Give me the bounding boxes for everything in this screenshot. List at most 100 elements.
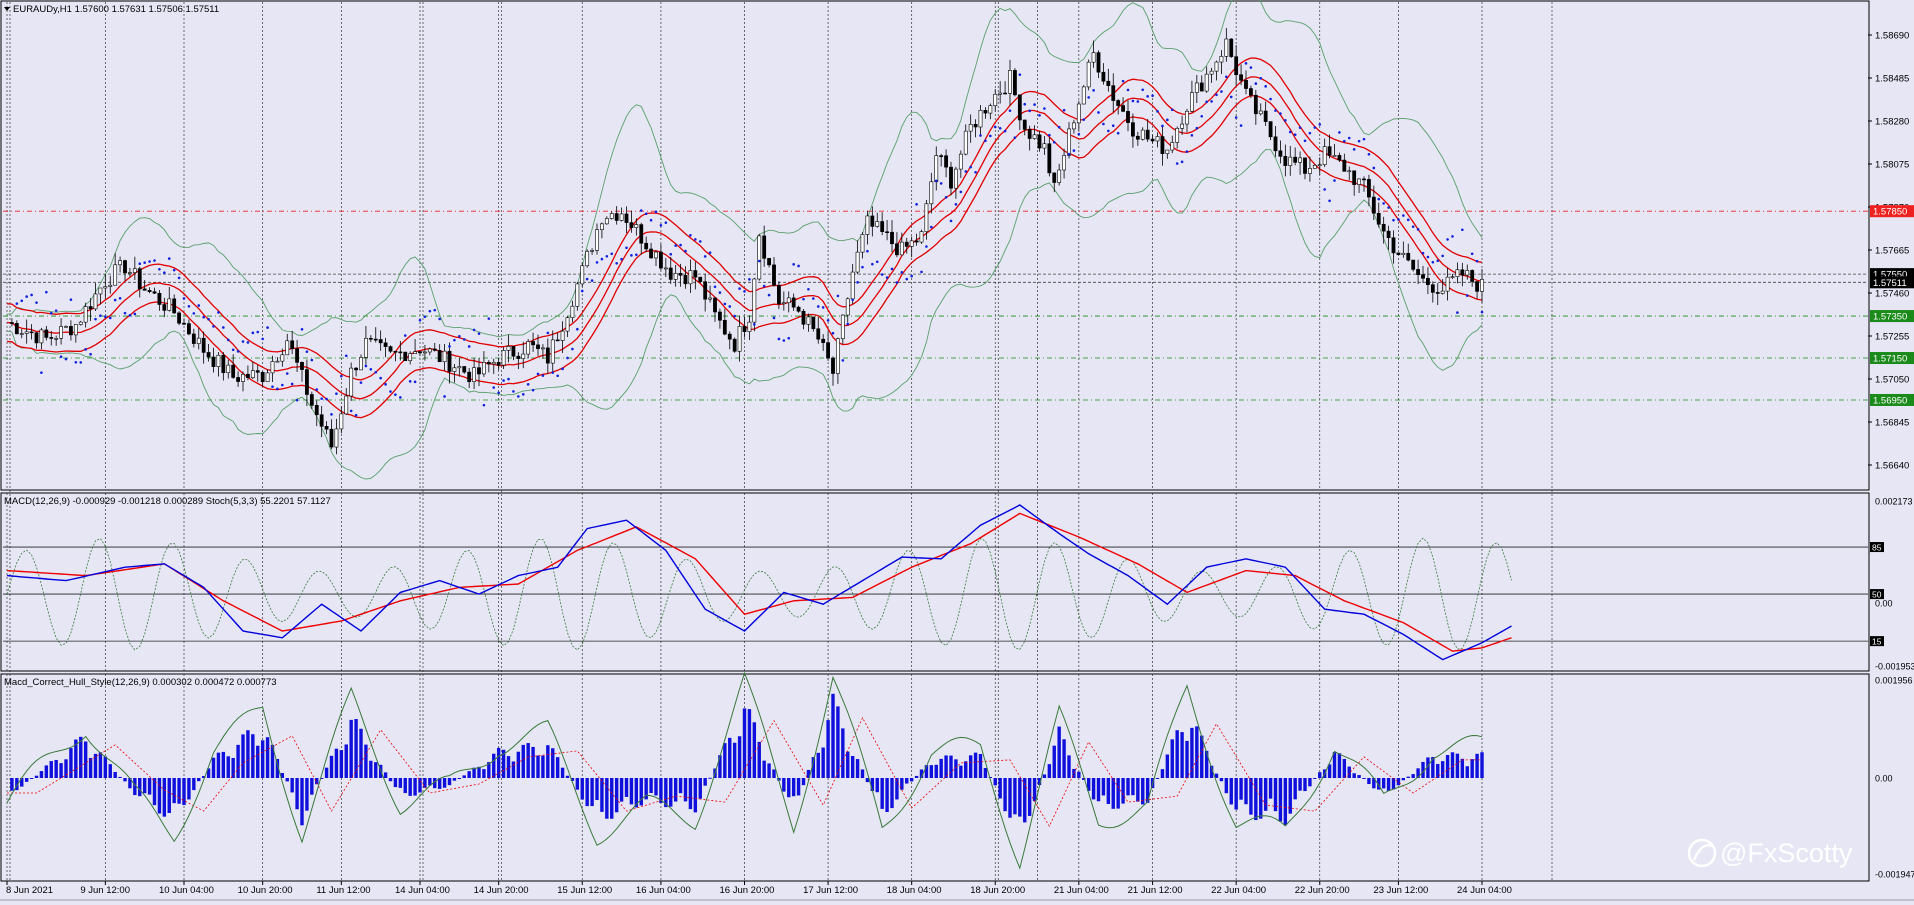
sar-dot — [15, 302, 19, 305]
bearish-candle — [831, 357, 835, 374]
bearish-candle — [801, 310, 806, 325]
histogram-bar — [737, 736, 742, 778]
sar-dot — [1279, 112, 1282, 115]
bullish-candle — [39, 329, 44, 344]
bearish-candle — [1239, 74, 1243, 81]
bullish-candle — [993, 93, 998, 106]
sar-dot — [1151, 94, 1154, 97]
bullish-candle — [501, 350, 506, 366]
histogram-bar — [555, 757, 560, 778]
sar-dot — [202, 315, 205, 319]
bearish-candle — [796, 306, 801, 312]
histogram-bar — [1111, 778, 1115, 809]
histogram-bar — [29, 778, 34, 779]
histogram-bar — [1303, 778, 1307, 792]
sar-dot — [295, 398, 299, 402]
bearish-candle — [88, 306, 93, 310]
sar-dot — [610, 252, 614, 256]
sar-dot — [1347, 136, 1351, 140]
histogram-bar — [949, 755, 953, 778]
sar-dot — [399, 396, 402, 399]
histogram-bar — [1185, 740, 1189, 778]
histogram-bar — [310, 778, 314, 795]
sar-dot — [118, 296, 122, 300]
bearish-candle — [904, 241, 909, 247]
bearish-candle — [29, 331, 34, 334]
histogram-bar — [1352, 773, 1356, 778]
bullish-candle — [899, 241, 904, 256]
sar-dot — [1190, 134, 1194, 137]
sar-dot — [526, 383, 530, 386]
bullish-candle — [113, 264, 118, 286]
sar-dot — [1343, 139, 1346, 143]
sar-dot — [143, 261, 146, 264]
bullish-candle — [196, 337, 201, 344]
histogram-bar — [211, 757, 216, 778]
bearish-candle — [201, 337, 206, 353]
sar-dot — [679, 243, 682, 247]
sar-dot — [1377, 197, 1381, 201]
sar-dot — [1313, 126, 1317, 129]
bullish-candle — [1480, 279, 1484, 292]
time-tick-label: 16 Jun 04:00 — [636, 885, 691, 896]
histogram-bar — [256, 745, 260, 778]
histogram-bar — [1244, 778, 1248, 805]
histogram-bar — [59, 763, 63, 778]
bullish-candle — [472, 367, 476, 383]
sar-dot — [585, 277, 589, 281]
bearish-candle — [555, 339, 560, 342]
sar-dot — [1465, 294, 1469, 297]
trading-chart[interactable]: 1.586901.584851.582801.580751.578701.576… — [0, 0, 1914, 905]
bearish-candle — [649, 248, 653, 259]
histogram-bar — [836, 706, 840, 778]
sar-dot — [217, 311, 220, 314]
histogram-bar — [1440, 761, 1445, 778]
sar-dot — [108, 316, 112, 320]
bullish-candle — [541, 347, 545, 350]
sar-dot — [1077, 132, 1081, 136]
sar-dot — [674, 244, 677, 247]
bearish-candle — [1013, 70, 1017, 96]
sar-dot — [605, 254, 609, 258]
sar-dot — [723, 302, 727, 306]
bearish-candle — [1303, 157, 1307, 174]
sar-dot — [738, 287, 741, 290]
bearish-candle — [1406, 252, 1411, 261]
histogram-bar — [1401, 778, 1406, 781]
bearish-candle — [639, 224, 644, 244]
histogram-bar — [732, 742, 737, 778]
bearish-candle — [246, 373, 250, 379]
sar-dot — [1411, 225, 1415, 228]
time-tick-label: 23 Jun 12:00 — [1373, 885, 1428, 896]
sar-dot — [403, 334, 407, 337]
sar-dot — [964, 170, 968, 173]
histogram-bar — [251, 734, 255, 778]
price-tick-label: 1.56845 — [1875, 418, 1909, 429]
histogram-bar — [1116, 778, 1120, 809]
sar-dot — [1284, 119, 1287, 122]
bullish-candle — [924, 203, 929, 232]
sar-dot — [944, 196, 948, 199]
sar-dot — [1269, 97, 1272, 101]
bearish-candle — [1229, 38, 1234, 57]
histogram-bar — [993, 778, 997, 786]
sar-dot — [1357, 139, 1361, 143]
histogram-bar — [983, 767, 988, 778]
histogram-bar — [895, 778, 899, 800]
histogram-bar — [846, 751, 850, 778]
sar-dot — [1072, 149, 1076, 152]
sar-dot — [939, 182, 943, 185]
sar-dot — [418, 318, 422, 322]
sar-dot — [1185, 150, 1189, 153]
bullish-candle — [108, 284, 113, 287]
sar-dot — [138, 262, 142, 266]
histogram-bar — [103, 756, 108, 778]
bearish-candle — [1327, 146, 1332, 156]
bullish-candle — [265, 372, 270, 382]
bullish-candle — [1008, 70, 1012, 94]
bullish-candle — [865, 215, 870, 235]
sar-dot — [1436, 259, 1440, 263]
histogram-bar — [1155, 778, 1160, 779]
sar-dot — [335, 392, 338, 395]
sar-dot — [1057, 125, 1061, 129]
